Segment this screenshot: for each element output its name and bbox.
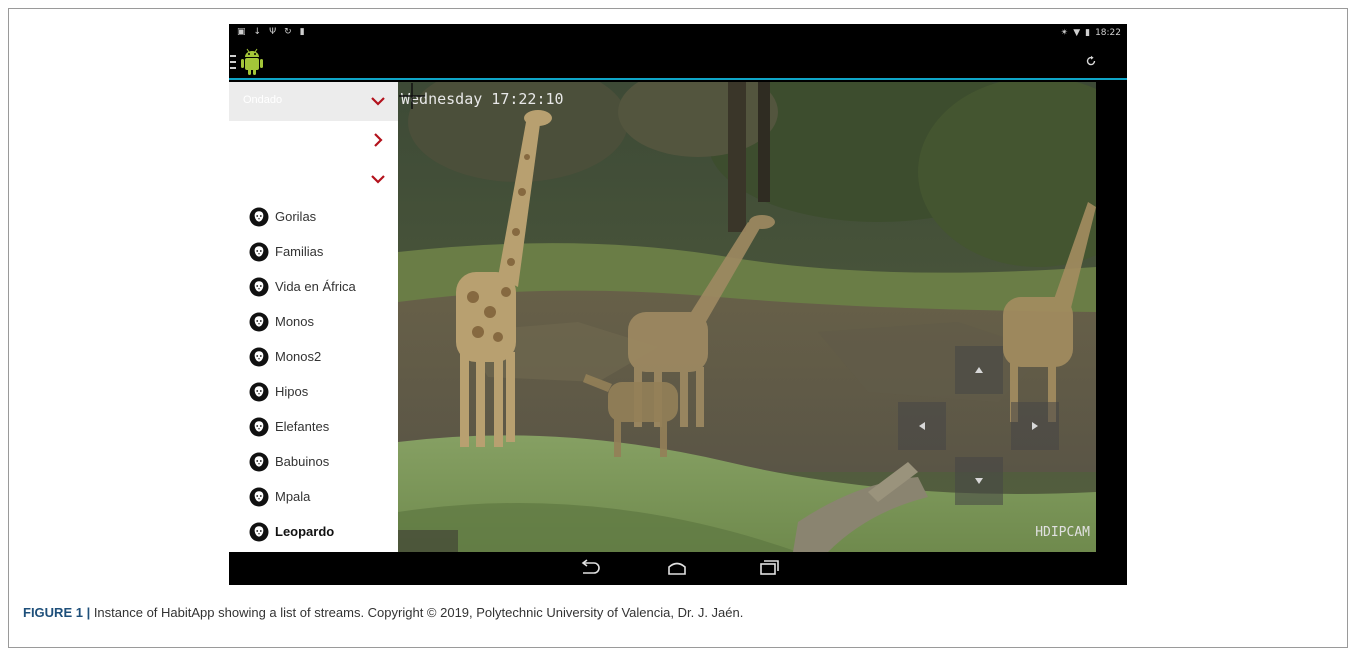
status-bar: ▣ ↓ Ψ ↻ ▮ ✴ ▼ ▮ 18:22 (229, 24, 1127, 46)
system-icons: ✴ ▼ ▮ 18:22 (1061, 28, 1121, 38)
recents-icon[interactable] (757, 559, 779, 577)
stream-list-item[interactable]: Gorilas (229, 199, 398, 234)
lion-icon (249, 347, 269, 367)
caption-text: Instance of HabitApp showing a list of s… (90, 605, 744, 620)
lion-icon (249, 382, 269, 402)
lion-icon (249, 242, 269, 262)
stream-list-item[interactable]: Babuinos (229, 444, 398, 479)
section-label: Ondado (243, 94, 283, 106)
arrow-right-icon (1032, 422, 1038, 430)
home-icon[interactable] (666, 559, 688, 577)
video-letterbox (1096, 82, 1127, 552)
stream-label: Leopardo (275, 524, 335, 539)
chevron-down-icon[interactable] (370, 94, 386, 108)
stream-label: Monos2 (275, 349, 322, 364)
section-row-expanded[interactable]: Ondado (229, 82, 398, 121)
stream-list-drawer: Ondado Gorilas Familias Vida en África Mono… (229, 82, 398, 552)
pan-up-button[interactable] (955, 346, 1003, 394)
file-icon: ▮ (299, 27, 305, 37)
screen-icon: ▣ (237, 27, 246, 37)
navigation-bar (229, 552, 1127, 585)
arrow-down-icon (975, 478, 983, 484)
stream-list-item[interactable]: Leopardo (229, 514, 398, 549)
back-icon[interactable] (578, 559, 600, 577)
stream-list-item[interactable]: Familias (229, 234, 398, 269)
stream-list-item[interactable]: Monos (229, 304, 398, 339)
refresh-icon[interactable] (1085, 55, 1097, 67)
download-icon: ↓ (253, 27, 262, 37)
stream-label: Hipos (275, 384, 309, 399)
android-device-screen: ▣ ↓ Ψ ↻ ▮ ✴ ▼ ▮ 18:22 Ondado Gorilas Fam… (229, 24, 1127, 585)
figure-frame: ▣ ↓ Ψ ↻ ▮ ✴ ▼ ▮ 18:22 Ondado Gorilas Fam… (8, 8, 1348, 648)
sync-icon: ↻ (284, 27, 292, 37)
android-logo[interactable] (238, 48, 266, 76)
stream-list-item[interactable]: Vida en África (229, 269, 398, 304)
lion-icon (249, 277, 269, 297)
lion-icon (249, 207, 269, 227)
action-bar (229, 46, 1127, 80)
camera-stream-view[interactable]: Wednesday 17:22:10 HDIPCAM (398, 82, 1096, 552)
stream-list-item[interactable]: Mpala (229, 479, 398, 514)
crosshair-icon (399, 83, 425, 109)
lion-icon (249, 312, 269, 332)
menu-icon[interactable] (230, 55, 236, 69)
clock-text: 18:22 (1095, 28, 1121, 38)
stream-label: Vida en África (275, 279, 356, 294)
figure-label: FIGURE 1 | (23, 605, 91, 620)
battery-icon: ▮ (1085, 28, 1091, 38)
arrow-left-icon (919, 422, 925, 430)
pan-left-button[interactable] (898, 402, 946, 450)
stream-label: Mpala (275, 489, 311, 504)
stream-list-item[interactable]: Elefantes (229, 409, 398, 444)
lion-icon (249, 487, 269, 507)
pan-right-button[interactable] (1011, 402, 1059, 450)
chevron-right-icon[interactable] (370, 133, 386, 147)
stream-label: Elefantes (275, 419, 330, 434)
stream-label: Babuinos (275, 454, 330, 469)
lion-icon (249, 417, 269, 437)
stream-label: Familias (275, 244, 324, 259)
lion-icon (249, 522, 269, 542)
stream-label: Gorilas (275, 209, 317, 224)
wifi-icon: ▼ (1073, 28, 1081, 38)
figure-caption: FIGURE 1 | Instance of HabitApp showing … (23, 605, 743, 620)
lion-icon (249, 452, 269, 472)
stream-list-item[interactable]: Monos2 (229, 339, 398, 374)
pan-down-button[interactable] (955, 457, 1003, 505)
section-row-expanded[interactable] (229, 160, 398, 199)
arrow-up-icon (975, 367, 983, 373)
camera-brand-watermark: HDIPCAM (1035, 525, 1090, 540)
chevron-down-icon[interactable] (370, 172, 386, 186)
stream-list-item[interactable]: Hipos (229, 374, 398, 409)
notification-icons: ▣ ↓ Ψ ↻ ▮ (237, 27, 305, 37)
section-row-collapsed[interactable] (229, 121, 398, 160)
bluetooth-icon: ✴ (1060, 28, 1069, 38)
usb-icon: Ψ (269, 27, 277, 37)
stream-label: Monos (275, 314, 315, 329)
